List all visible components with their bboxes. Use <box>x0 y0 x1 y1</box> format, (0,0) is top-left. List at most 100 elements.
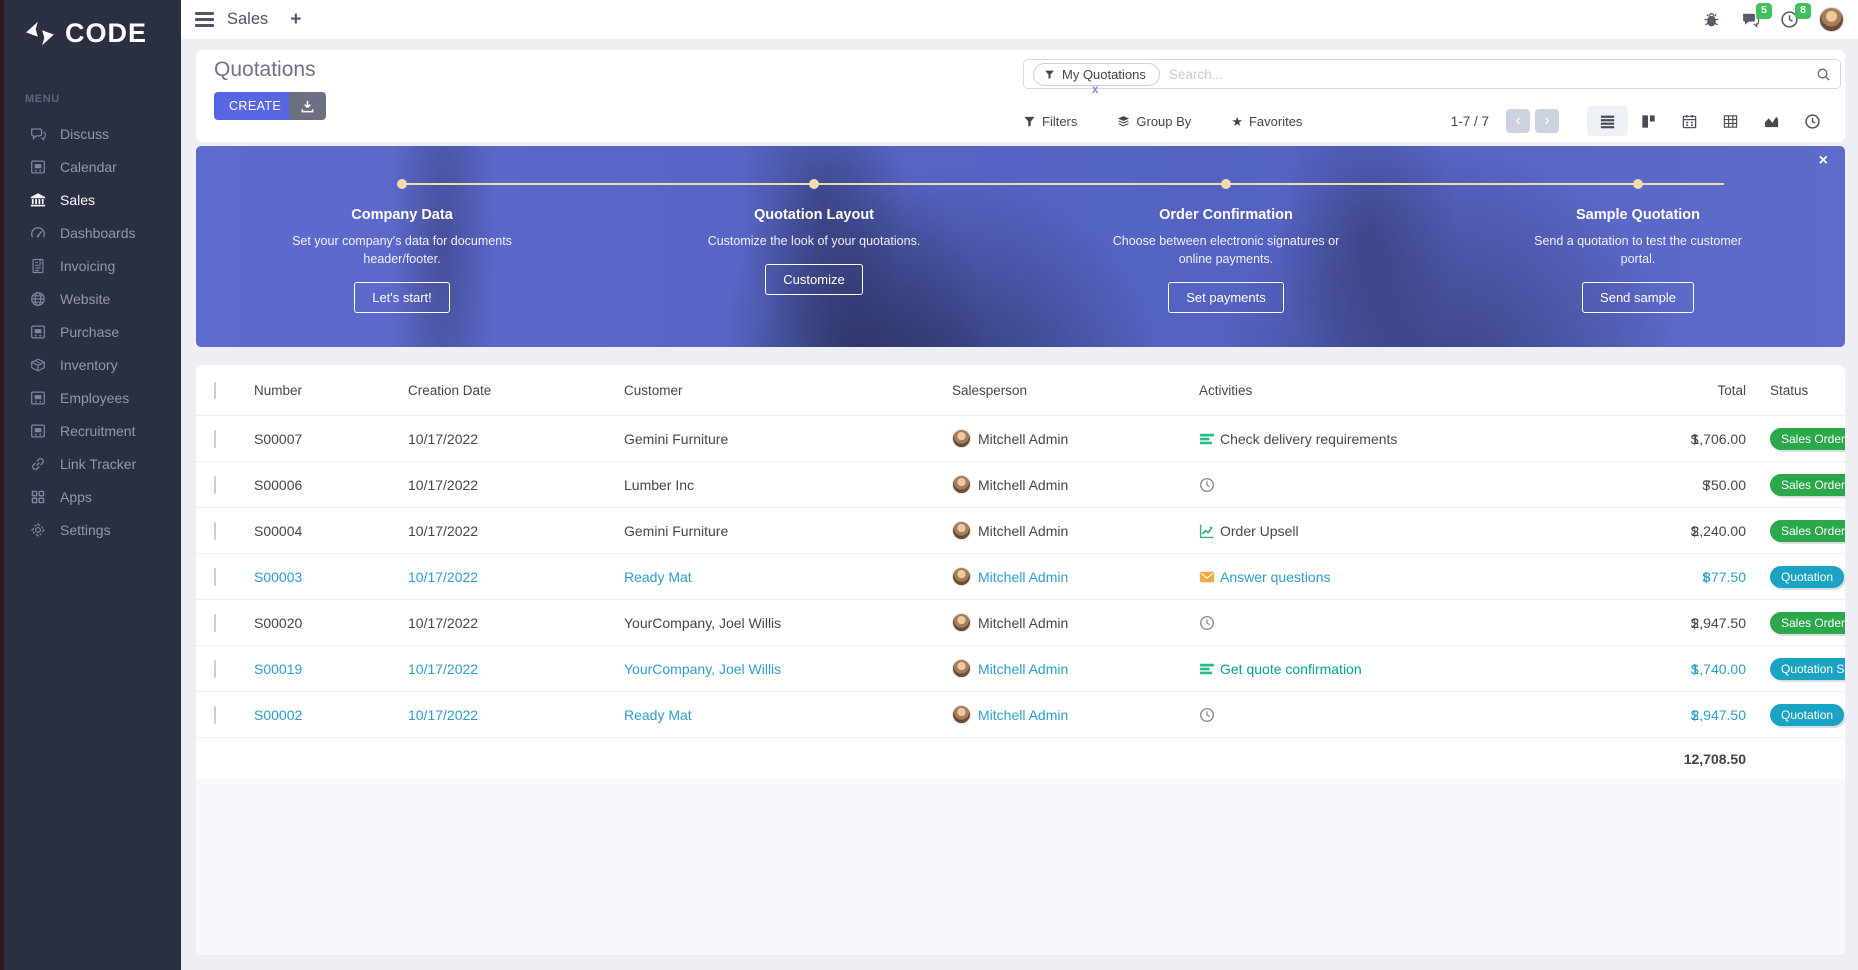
total-amount: 1,740.00 <box>1692 661 1747 677</box>
chart-icon <box>1199 523 1215 539</box>
create-button[interactable]: CREATE <box>214 92 296 120</box>
search-input[interactable] <box>1169 67 1816 82</box>
brand-logo-icon <box>24 20 56 47</box>
row-total: $877.50 <box>1550 569 1750 585</box>
row-activity[interactable]: Answer questions <box>1195 569 1550 585</box>
debug-bug-icon[interactable] <box>1702 10 1721 29</box>
row-activity[interactable]: Order Upsell <box>1195 523 1550 539</box>
filters-button[interactable]: Filters <box>1023 114 1077 129</box>
sidebar-item[interactable]: Discuss <box>4 117 181 150</box>
hamburger-menu-icon[interactable] <box>195 12 214 27</box>
user-avatar[interactable] <box>1819 7 1844 32</box>
apps-icon <box>29 488 47 506</box>
row-activity[interactable]: Get quote confirmation <box>1195 661 1550 677</box>
row-checkbox[interactable] <box>214 522 216 540</box>
row-activity[interactable]: Check delivery requirements <box>1195 431 1550 447</box>
messages-icon[interactable]: 5 <box>1741 10 1760 29</box>
view-switch-button[interactable] <box>1751 106 1792 136</box>
step-action-button[interactable]: Let's start! <box>354 282 450 313</box>
sidebar-item[interactable]: Inventory <box>4 348 181 381</box>
new-tab-button[interactable]: + <box>290 9 301 31</box>
sidebar-item[interactable]: Sales <box>4 183 181 216</box>
row-activity[interactable] <box>1195 477 1550 493</box>
step-action-button[interactable]: Customize <box>765 264 862 295</box>
table-row[interactable]: S00019 10/17/2022 YourCompany, Joel Will… <box>196 645 1845 691</box>
view-switch-button[interactable] <box>1669 106 1710 136</box>
view-switch-button[interactable] <box>1628 106 1669 136</box>
row-salesperson: Mitchell Admin <box>947 521 1195 540</box>
favorites-button[interactable]: ★ Favorites <box>1231 114 1302 129</box>
row-customer: Lumber Inc <box>617 477 947 493</box>
table-row[interactable]: S00004 10/17/2022 Gemini Furniture Mitch… <box>196 507 1845 553</box>
select-all-checkbox[interactable] <box>214 382 216 399</box>
sidebar-item[interactable]: Employees <box>4 381 181 414</box>
view-switch-button[interactable] <box>1587 106 1628 136</box>
activities-clock-icon[interactable]: 8 <box>1780 10 1799 29</box>
sidebar-item[interactable]: Dashboards <box>4 216 181 249</box>
sidebar-item[interactable]: Purchase <box>4 315 181 348</box>
search-bar[interactable]: My Quotations <box>1023 59 1841 89</box>
row-status: Quotation <box>1750 566 1845 588</box>
search-facet-my-quotations[interactable]: My Quotations <box>1033 63 1160 86</box>
row-checkbox[interactable] <box>214 706 216 724</box>
brand-logo[interactable]: CODE <box>4 0 181 49</box>
sidebar-item[interactable]: Apps <box>4 480 181 513</box>
table-row[interactable]: S00007 10/17/2022 Gemini Furniture Mitch… <box>196 415 1845 461</box>
sidebar-item-label: Invoicing <box>60 258 115 274</box>
row-number: S00004 <box>244 523 402 539</box>
row-creation-date: 10/17/2022 <box>402 431 617 447</box>
column-header-number[interactable]: Number <box>244 383 402 398</box>
status-badge: Sales Order <box>1770 428 1845 450</box>
view-switch-button[interactable] <box>1792 106 1833 136</box>
column-header-status[interactable]: Status <box>1750 383 1845 398</box>
row-checkbox[interactable] <box>214 430 216 448</box>
table-row[interactable]: S00003 10/17/2022 Ready Mat Mitchell Adm… <box>196 553 1845 599</box>
table-row[interactable]: S00020 10/17/2022 YourCompany, Joel Will… <box>196 599 1845 645</box>
row-activity[interactable] <box>1195 707 1550 723</box>
row-number: S00019 <box>244 661 402 677</box>
row-activity[interactable] <box>1195 615 1550 631</box>
step-description: Set your company's data for documents he… <box>285 232 520 268</box>
active-app-tab[interactable]: Sales <box>227 10 268 29</box>
facet-remove-icon[interactable]: x <box>1092 84 1098 96</box>
step-action-button[interactable]: Set payments <box>1168 282 1284 313</box>
image-icon <box>29 158 47 176</box>
sidebar-item[interactable]: Website <box>4 282 181 315</box>
row-checkbox[interactable] <box>214 614 216 632</box>
sidebar-item[interactable]: Calendar <box>4 150 181 183</box>
column-header-salesperson[interactable]: Salesperson <box>947 383 1195 398</box>
banner-close-icon[interactable]: × <box>1819 153 1828 169</box>
activity-label: Get quote confirmation <box>1220 661 1362 677</box>
sidebar-item-label: Purchase <box>60 324 119 340</box>
row-checkbox[interactable] <box>214 476 216 494</box>
group-by-button[interactable]: Group By <box>1117 114 1191 129</box>
row-checkbox[interactable] <box>214 568 216 586</box>
row-checkbox[interactable] <box>214 660 216 678</box>
pager-next-button[interactable]: › <box>1535 109 1559 133</box>
row-total: $1,706.00 <box>1550 431 1750 447</box>
sidebar-item[interactable]: Recruitment <box>4 414 181 447</box>
step-title: Order Confirmation <box>1020 207 1432 223</box>
salesperson-name: Mitchell Admin <box>978 707 1068 723</box>
sidebar-item[interactable]: Link Tracker <box>4 447 181 480</box>
sidebar-item[interactable]: $ Invoicing <box>4 249 181 282</box>
salesperson-name: Mitchell Admin <box>978 523 1068 539</box>
activity-label: Answer questions <box>1220 569 1331 585</box>
column-header-total[interactable]: Total <box>1550 383 1750 398</box>
table-row[interactable]: S00006 10/17/2022 Lumber Inc Mitchell Ad… <box>196 461 1845 507</box>
layers-icon <box>1117 115 1130 128</box>
column-header-creation-date[interactable]: Creation Date <box>402 383 617 398</box>
table-footer-row: 12,708.50 <box>196 737 1845 779</box>
column-header-customer[interactable]: Customer <box>617 383 947 398</box>
column-header-activities[interactable]: Activities <box>1195 383 1550 398</box>
sidebar-item[interactable]: Settings <box>4 513 181 546</box>
export-button[interactable] <box>289 92 326 120</box>
search-icon[interactable] <box>1816 67 1831 82</box>
salesperson-avatar <box>952 429 971 448</box>
status-badge: Sales Order <box>1770 474 1845 496</box>
step-action-button[interactable]: Send sample <box>1582 282 1694 313</box>
pager-previous-button[interactable]: ‹ <box>1506 109 1530 133</box>
view-switch-button[interactable] <box>1710 106 1751 136</box>
table-row[interactable]: S00002 10/17/2022 Ready Mat Mitchell Adm… <box>196 691 1845 737</box>
timeline-dot <box>397 179 407 189</box>
